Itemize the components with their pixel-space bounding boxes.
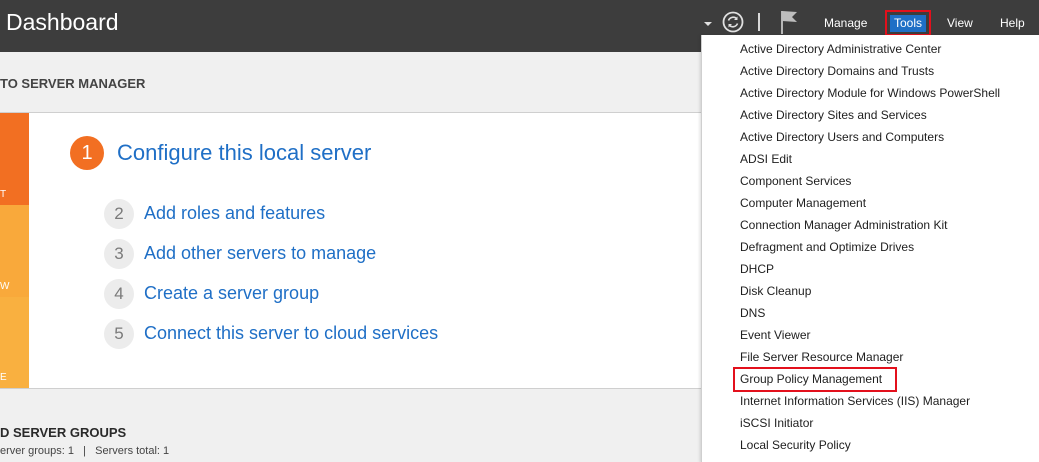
learn-more-tile[interactable]: E bbox=[0, 297, 29, 388]
tile-label: W bbox=[0, 281, 10, 292]
menu-item-dns[interactable]: DNS bbox=[740, 306, 765, 320]
menu-item-ad-admin-center[interactable]: Active Directory Administrative Center bbox=[740, 42, 941, 56]
menu-item-computer-management[interactable]: Computer Management bbox=[740, 196, 866, 210]
menu-item-defragment[interactable]: Defragment and Optimize Drives bbox=[740, 240, 914, 254]
menu-item-group-policy-management[interactable]: Group Policy Management bbox=[740, 372, 882, 386]
menu-item-ad-powershell-module[interactable]: Active Directory Module for Windows Powe… bbox=[740, 86, 1000, 100]
step-number-badge: 3 bbox=[104, 239, 134, 269]
menu-item-local-security-policy[interactable]: Local Security Policy bbox=[740, 438, 851, 452]
quick-start-tile[interactable]: T bbox=[0, 113, 29, 205]
whats-new-tile[interactable]: W bbox=[0, 205, 29, 297]
step-number-badge: 4 bbox=[104, 279, 134, 309]
menu-help[interactable]: Help bbox=[1000, 16, 1025, 30]
step-link[interactable]: Create a server group bbox=[144, 283, 319, 304]
welcome-panel: T W E 1 Configure this local server 2 Ad… bbox=[0, 112, 703, 389]
menu-item-ad-domains-trusts[interactable]: Active Directory Domains and Trusts bbox=[740, 64, 934, 78]
menu-item-file-server-resource-manager[interactable]: File Server Resource Manager bbox=[740, 350, 903, 364]
menu-item-iscsi-initiator[interactable]: iSCSI Initiator bbox=[740, 416, 813, 430]
menu-item-disk-cleanup[interactable]: Disk Cleanup bbox=[740, 284, 811, 298]
page-title: Dashboard bbox=[6, 9, 119, 35]
menu-manage[interactable]: Manage bbox=[824, 16, 867, 30]
chevron-down-icon[interactable] bbox=[703, 17, 713, 31]
step-number-badge: 2 bbox=[104, 199, 134, 229]
menu-item-component-services[interactable]: Component Services bbox=[740, 174, 851, 188]
menu-tools[interactable]: Tools bbox=[885, 10, 931, 36]
menu-item-adsi-edit[interactable]: ADSI Edit bbox=[740, 152, 792, 166]
flag-icon[interactable] bbox=[780, 9, 800, 35]
tile-label: E bbox=[0, 372, 7, 383]
menu-item-connection-manager[interactable]: Connection Manager Administration Kit bbox=[740, 218, 947, 232]
step-number-badge: 5 bbox=[104, 319, 134, 349]
menu-view[interactable]: View bbox=[947, 16, 973, 30]
step-link[interactable]: Configure this local server bbox=[117, 140, 371, 166]
menu-item-ad-sites-services[interactable]: Active Directory Sites and Services bbox=[740, 108, 927, 122]
tile-label: T bbox=[0, 189, 7, 200]
roles-groups-heading: D SERVER GROUPS bbox=[0, 425, 127, 440]
tools-dropdown-menu: Active Directory Administrative Center A… bbox=[701, 35, 1039, 462]
step-number-badge: 1 bbox=[70, 136, 104, 170]
refresh-icon[interactable] bbox=[722, 11, 744, 33]
header-divider bbox=[758, 13, 760, 31]
step-link[interactable]: Add other servers to manage bbox=[144, 243, 376, 264]
menu-tools-label[interactable]: Tools bbox=[890, 15, 926, 32]
menu-item-dhcp[interactable]: DHCP bbox=[740, 262, 774, 276]
menu-item-ad-users-computers[interactable]: Active Directory Users and Computers bbox=[740, 130, 944, 144]
groups-stats: erver groups: 1 | Servers total: 1 bbox=[0, 445, 170, 457]
menu-item-event-viewer[interactable]: Event Viewer bbox=[740, 328, 810, 342]
step-link[interactable]: Add roles and features bbox=[144, 203, 325, 224]
welcome-heading: TO SERVER MANAGER bbox=[0, 76, 146, 91]
step-link[interactable]: Connect this server to cloud services bbox=[144, 323, 438, 344]
menu-item-iis-manager[interactable]: Internet Information Services (IIS) Mana… bbox=[740, 394, 970, 408]
